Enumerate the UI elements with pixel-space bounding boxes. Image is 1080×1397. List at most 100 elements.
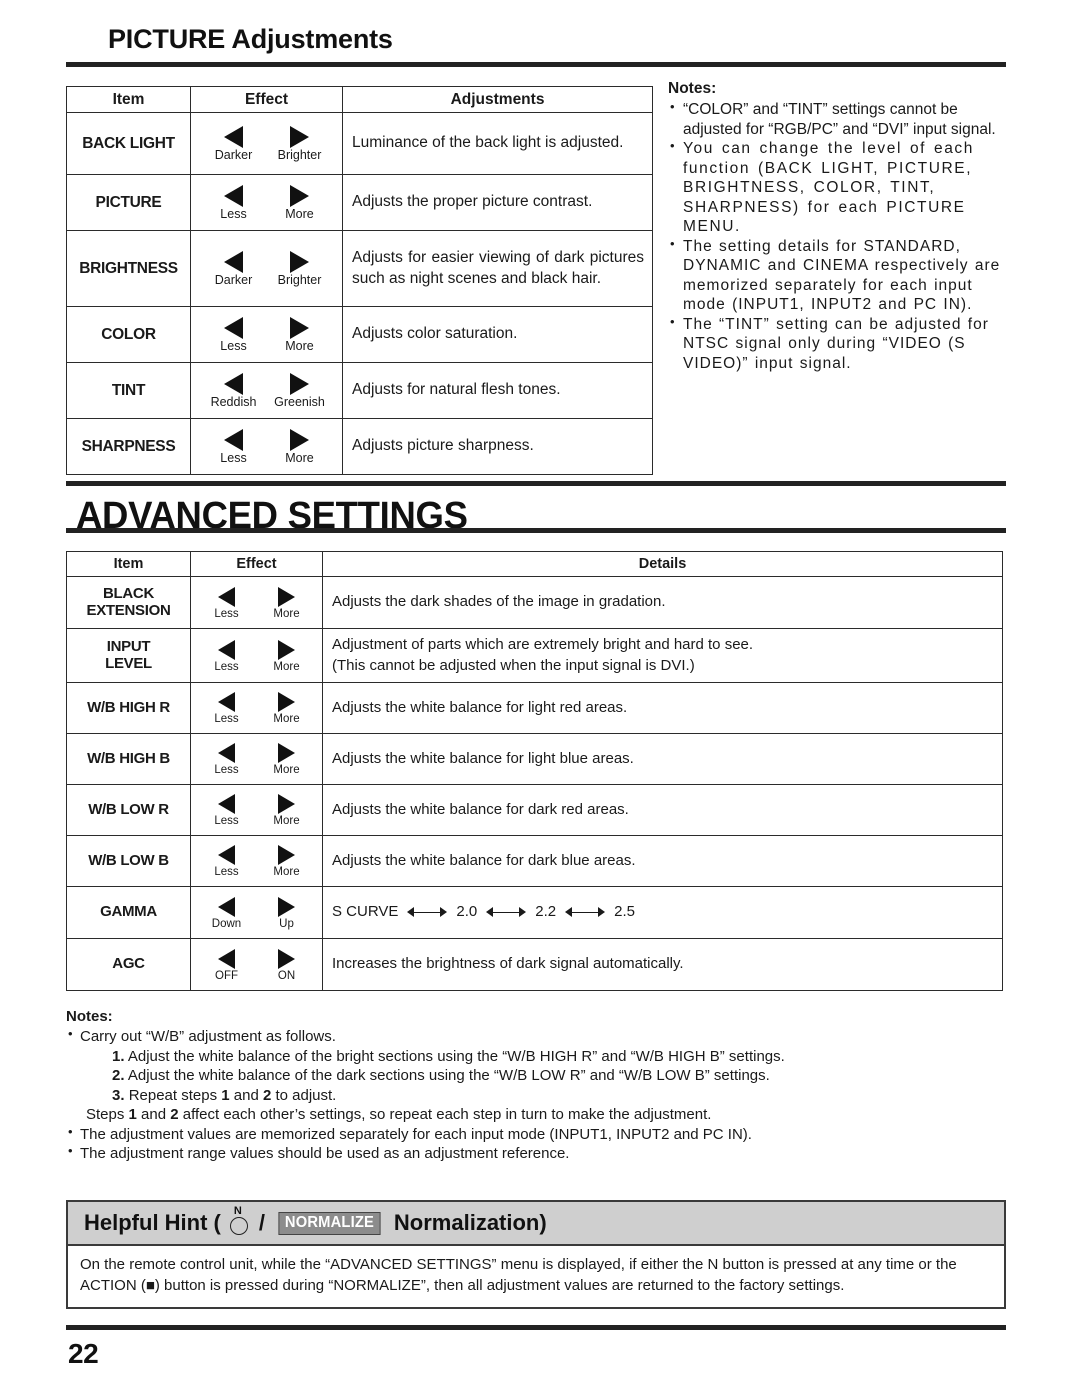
table-row: TINT Reddish Greenish Adjusts for natura… [66, 362, 653, 419]
step-number: 1. [112, 1047, 125, 1065]
note-step: 2. Adjust the white balance of the dark … [66, 1066, 1006, 1086]
table-row: W/B LOW B Less More Adjusts the white ba… [66, 835, 1003, 887]
row-desc-wb-high-b: Adjusts the white balance for light blue… [322, 733, 1003, 785]
row-item-color: COLOR [66, 306, 191, 363]
right-arrow-icon [278, 639, 295, 660]
right-arrow-icon [278, 692, 295, 713]
effect-right-label: ON [277, 969, 296, 982]
left-arrow-icon [218, 845, 235, 866]
gamma-value-1: 2.0 [456, 903, 478, 921]
n-button-icon: N [229, 1205, 251, 1236]
effect-right-label: More [273, 815, 300, 828]
row-desc-wb-low-r: Adjusts the white balance for dark red a… [322, 784, 1003, 836]
manual-page: PICTURE Adjustments Item Effect Adjustme… [0, 0, 1080, 1397]
effect-right-label: More [285, 339, 314, 354]
col-header-item: Item [66, 86, 191, 113]
effect-left-label: Down [211, 917, 242, 930]
normalize-badge: NORMALIZE [278, 1211, 381, 1235]
effect-left-label: Less [220, 451, 247, 466]
picture-adjustments-table: Item Effect Adjustments BACK LIGHT Darke… [66, 86, 653, 475]
right-arrow-icon [290, 373, 309, 396]
gamma-value-2: 2.2 [535, 903, 557, 921]
row-item-line1: INPUT [106, 637, 151, 655]
row-effect-picture: Less More [190, 174, 343, 231]
right-arrow-icon [290, 185, 309, 208]
col-header-effect: Effect [190, 551, 323, 577]
helpful-hint-prefix: Helpful Hint ( [84, 1210, 221, 1235]
table-row: COLOR Less More Adjusts color saturation… [66, 306, 653, 363]
notes-heading: Notes: [66, 1008, 113, 1025]
effect-left-label: Less [214, 607, 239, 620]
table-header-row: Item Effect Details [66, 551, 1003, 577]
row-effect-black-extension: Less More [190, 576, 323, 629]
effect-left-label: Less [214, 815, 239, 828]
row-item-wb-high-r: W/B HIGH R [66, 682, 191, 734]
effect-right-label: More [273, 764, 300, 777]
row-effect-back-light: Darker Brighter [190, 112, 343, 175]
row-effect-brightness: Darker Brighter [190, 230, 343, 307]
row-effect-input-level: Less More [190, 628, 323, 683]
row-item-picture: PICTURE [66, 174, 191, 231]
row-desc-input-level: Adjustment of parts which are extremely … [322, 628, 1003, 683]
right-arrow-icon [290, 126, 309, 149]
desc-line2: (This cannot be adjusted when the input … [332, 656, 695, 674]
left-arrow-icon [224, 373, 243, 396]
row-item-brightness: BRIGHTNESS [66, 230, 191, 307]
table-row: SHARPNESS Less More Adjusts picture shar… [66, 418, 653, 475]
row-effect-agc: OFF ON [190, 938, 323, 991]
helpful-hint-header: Helpful Hint ( N / NORMALIZE Normalizati… [68, 1202, 1004, 1246]
row-item-sharpness: SHARPNESS [66, 418, 191, 475]
table-row: W/B HIGH B Less More Adjusts the white b… [66, 733, 1003, 785]
row-desc-sharpness: Adjusts picture sharpness. [342, 418, 653, 475]
table-row: PICTURE Less More Adjusts the proper pic… [66, 174, 653, 231]
row-item-input-level: INPUT LEVEL [66, 628, 191, 683]
table-row: INPUT LEVEL Less More Adjustment of part… [66, 628, 1003, 683]
row-effect-wb-high-b: Less More [190, 733, 323, 785]
left-right-arrow-icon [407, 906, 448, 918]
left-arrow-icon [224, 126, 243, 149]
effect-right-label: More [285, 451, 314, 466]
note-item: “COLOR” and “TINT” settings cannot be ad… [668, 99, 1010, 139]
row-desc-agc: Increases the brightness of dark signal … [322, 938, 1003, 991]
row-item-line1: BLACK [103, 584, 154, 602]
row-item-line2: EXTENSION [86, 601, 171, 619]
row-item-tint: TINT [66, 362, 191, 419]
helpful-hint-body: On the remote control unit, while the “A… [68, 1246, 1004, 1308]
right-arrow-icon [278, 743, 295, 764]
advanced-title-top-rule [66, 481, 1006, 486]
row-desc-back-light: Luminance of the back light is adjusted. [342, 112, 653, 175]
row-item-back-light: BACK LIGHT [66, 112, 191, 175]
right-arrow-icon [290, 251, 309, 274]
row-effect-sharpness: Less More [190, 418, 343, 475]
row-effect-color: Less More [190, 306, 343, 363]
picture-notes: Notes: “COLOR” and “TINT” settings canno… [668, 80, 1010, 373]
table-row: W/B HIGH R Less More Adjusts the white b… [66, 682, 1003, 734]
left-arrow-icon [218, 896, 235, 917]
col-header-details: Details [322, 551, 1003, 577]
note-item: The adjustment range values should be us… [66, 1143, 1006, 1164]
left-right-arrow-icon [565, 906, 606, 918]
row-effect-wb-low-r: Less More [190, 784, 323, 836]
right-arrow-icon [290, 317, 309, 340]
table-row: BACK LIGHT Darker Brighter Luminance of … [66, 112, 653, 175]
left-arrow-icon [218, 692, 235, 713]
advanced-notes: Notes: Carry out “W/B” adjustment as fol… [66, 1008, 1006, 1164]
advanced-settings-table: Item Effect Details BLACK EXTENSION Less [66, 551, 1003, 991]
note-item: The “TINT” setting can be adjusted for N… [668, 314, 1010, 374]
effect-right-label: More [273, 866, 300, 879]
left-arrow-icon [218, 743, 235, 764]
effect-right-label: Brighter [277, 273, 322, 288]
row-item-agc: AGC [66, 938, 191, 991]
note-step: 3. Repeat steps 1 and 2 to adjust. [66, 1086, 1006, 1106]
effect-left-label: Less [214, 764, 239, 777]
effect-right-label: More [273, 607, 300, 620]
footer-rule [66, 1325, 1006, 1330]
row-desc-black-extension: Adjusts the dark shades of the image in … [322, 576, 1003, 629]
table-row: BRIGHTNESS Darker Brighter Adjusts for e… [66, 230, 653, 307]
right-arrow-icon [278, 586, 295, 607]
row-desc-wb-low-b: Adjusts the white balance for dark blue … [322, 835, 1003, 887]
gamma-value-3: 2.5 [614, 903, 635, 921]
helpful-hint-separator: / [258, 1210, 265, 1235]
effect-right-label: Greenish [274, 395, 325, 410]
row-item-wb-low-b: W/B LOW B [66, 835, 191, 887]
